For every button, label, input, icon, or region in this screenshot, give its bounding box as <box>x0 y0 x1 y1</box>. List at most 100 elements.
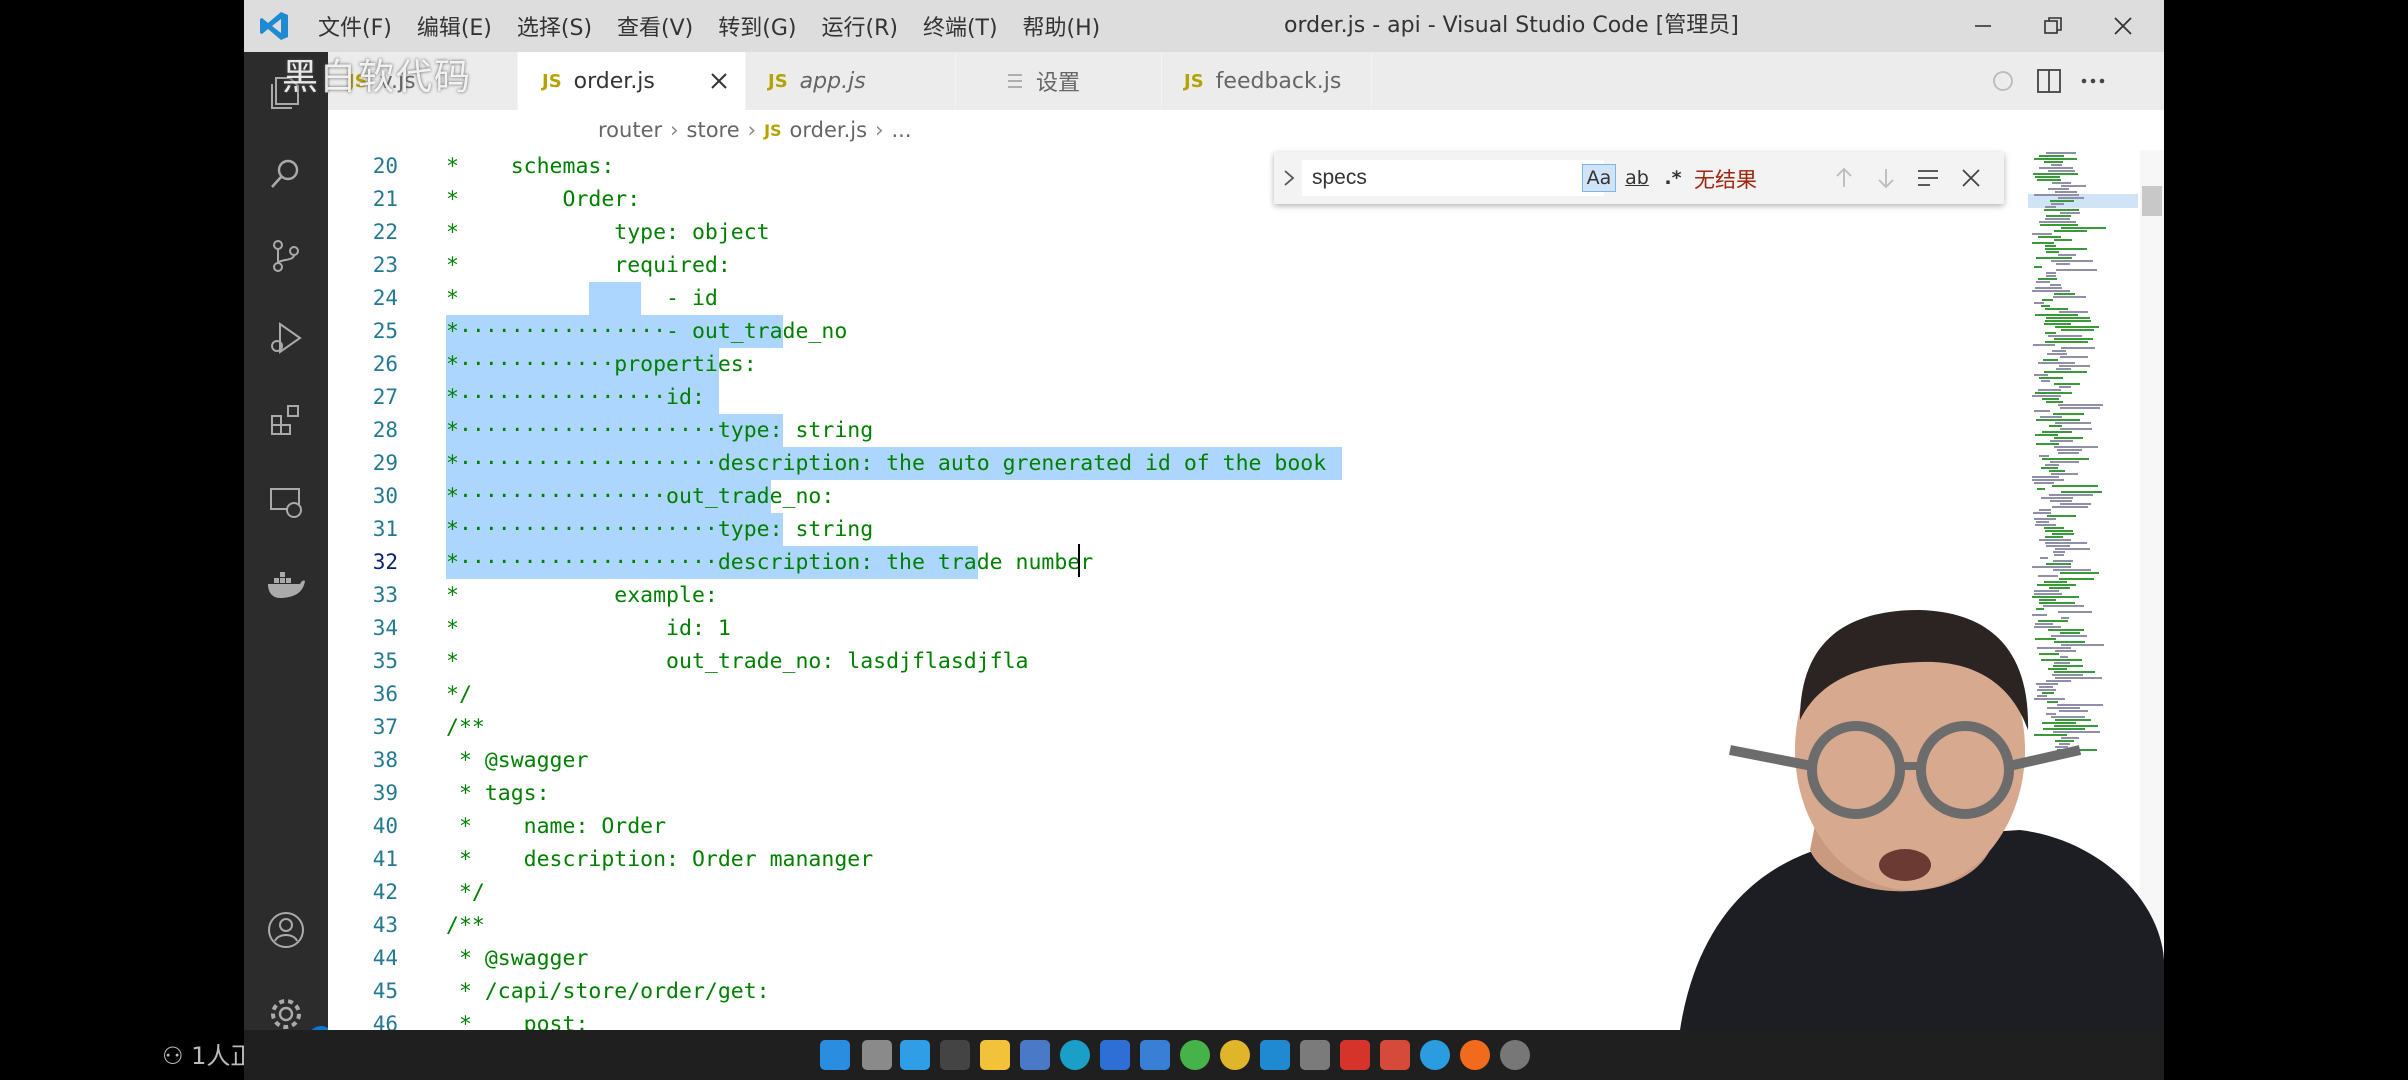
code-text: *····················type: string <box>446 418 874 443</box>
tab-label: 设置 <box>1036 71 1081 96</box>
window-title: order.js - api - Visual Studio Code [管理员… <box>1284 13 1739 38</box>
search-button[interactable] <box>264 152 308 196</box>
line-number: 42 <box>372 880 398 904</box>
remote-explorer-button[interactable] <box>264 480 308 524</box>
line-number: 39 <box>372 781 398 805</box>
menu-view[interactable]: 查看(V) <box>617 10 693 42</box>
tab-order-js[interactable]: JS order.js <box>518 52 746 110</box>
code-line: 29 *····················description: the … <box>328 447 2098 480</box>
minimize-icon <box>1975 25 1991 27</box>
code-text: /** <box>446 913 485 938</box>
line-number: 32 <box>372 550 398 574</box>
line-number: 21 <box>372 187 398 211</box>
menu-file[interactable]: 文件(F) <box>318 10 392 42</box>
manage-button[interactable]: 1 <box>264 992 334 1030</box>
regex-toggle[interactable]: .* <box>1658 164 1688 192</box>
start-icon[interactable] <box>820 1040 850 1070</box>
text-cursor <box>1078 544 1080 577</box>
restore-icon <box>2044 17 2062 34</box>
line-number: 23 <box>372 253 398 277</box>
more-actions-icon[interactable] <box>2080 68 2106 94</box>
code-text: * @swagger <box>446 946 589 971</box>
line-number: 26 <box>372 352 398 376</box>
js-file-icon: JS <box>768 70 788 92</box>
menu-edit[interactable]: 编辑(E) <box>417 10 492 42</box>
docker-button[interactable] <box>264 562 308 606</box>
tab-app-js[interactable]: JS app.js <box>746 52 956 110</box>
tab-label: app.js <box>799 68 866 94</box>
edge-icon[interactable] <box>1060 1040 1090 1070</box>
split-editor-icon[interactable] <box>2036 68 2062 94</box>
file-explorer-icon[interactable] <box>980 1040 1010 1070</box>
task-view-icon[interactable] <box>862 1040 892 1070</box>
breadcrumb-symbol[interactable]: ... <box>891 118 911 142</box>
tab-feedback-js[interactable]: JS feedback.js <box>1162 52 1372 110</box>
settings-icon <box>1008 74 1022 88</box>
whole-word-toggle[interactable]: ab <box>1620 164 1654 192</box>
menu-go[interactable]: 转到(G) <box>718 10 796 42</box>
js-file-icon: JS <box>1184 70 1204 92</box>
terminal-icon[interactable] <box>940 1040 970 1070</box>
find-in-selection-icon[interactable] <box>1916 166 1940 190</box>
settings-app-icon[interactable] <box>1500 1040 1530 1070</box>
restore-button[interactable] <box>2018 0 2088 52</box>
code-text: * - id <box>446 286 718 311</box>
wps-icon[interactable] <box>1340 1040 1370 1070</box>
source-control-button[interactable] <box>264 234 308 278</box>
match-case-toggle[interactable]: Aa <box>1582 164 1616 192</box>
close-find-icon[interactable] <box>1960 167 1982 189</box>
git-tool-icon[interactable] <box>1380 1040 1410 1070</box>
widgets-icon[interactable] <box>900 1040 930 1070</box>
find-input[interactable] <box>1302 160 1604 196</box>
close-window-button[interactable] <box>2088 0 2158 52</box>
chevron-right-icon[interactable] <box>1282 168 1296 188</box>
store-icon[interactable] <box>1020 1040 1050 1070</box>
tab-settings[interactable]: 设置 <box>956 52 1162 110</box>
code-line: 23 * required: <box>328 249 2098 282</box>
close-tab-icon[interactable] <box>709 71 729 91</box>
open-changes-icon[interactable] <box>1990 68 2016 94</box>
code-text: *············properties: <box>446 352 757 377</box>
arrow-down-icon[interactable] <box>1874 166 1898 190</box>
docker-icon <box>268 572 305 598</box>
line-number: 34 <box>372 616 398 640</box>
menu-help[interactable]: 帮助(H) <box>1023 10 1101 42</box>
line-number: 38 <box>372 748 398 772</box>
dell-icon[interactable] <box>1460 1040 1490 1070</box>
menu-selection[interactable]: 选择(S) <box>517 10 592 42</box>
line-number: 20 <box>372 154 398 178</box>
breadcrumb-router[interactable]: router <box>598 118 662 142</box>
bird-app-icon[interactable] <box>1420 1040 1450 1070</box>
code-line: 22 * type: object <box>328 216 2098 249</box>
scrollbar-thumb[interactable] <box>2142 186 2162 216</box>
line-number: 36 <box>372 682 398 706</box>
line-number: 46 <box>372 1012 398 1030</box>
code-text: *····················description: the au… <box>446 451 1327 476</box>
line-number: 28 <box>372 418 398 442</box>
line-number: 30 <box>372 484 398 508</box>
menu-terminal[interactable]: 终端(T) <box>923 10 998 42</box>
arrow-up-icon[interactable] <box>1832 166 1856 190</box>
watermark: 黑白软代码 <box>282 57 473 98</box>
network-icon[interactable] <box>1140 1040 1170 1070</box>
find-widget: Aa ab .* 无结果 <box>1274 152 2004 204</box>
chrome-icon[interactable] <box>1220 1040 1250 1070</box>
feishu-icon[interactable] <box>1100 1040 1130 1070</box>
find-result-status: 无结果 <box>1694 168 1757 192</box>
app-icon[interactable] <box>1300 1040 1330 1070</box>
run-debug-button[interactable] <box>264 316 308 360</box>
breadcrumb-file[interactable]: order.js <box>790 118 868 142</box>
wechat-icon[interactable] <box>1180 1040 1210 1070</box>
code-text: *····················type: string <box>446 517 874 542</box>
code-text: * type: object <box>446 220 770 245</box>
menu-run[interactable]: 运行(R) <box>821 10 897 42</box>
minimize-button[interactable] <box>1948 0 2018 52</box>
code-text: *················out_trade_no: <box>446 484 835 509</box>
code-text: /** <box>446 715 485 740</box>
code-text: * /capi/store/order/get: <box>446 979 770 1004</box>
tab-bar: JS v.js JS order.js JS app.js 设置 JS feed… <box>328 52 2164 110</box>
vscode-taskbar-icon[interactable] <box>1260 1040 1290 1070</box>
accounts-button[interactable] <box>264 908 308 952</box>
breadcrumb-store[interactable]: store <box>687 118 740 142</box>
extensions-button[interactable] <box>264 398 308 442</box>
